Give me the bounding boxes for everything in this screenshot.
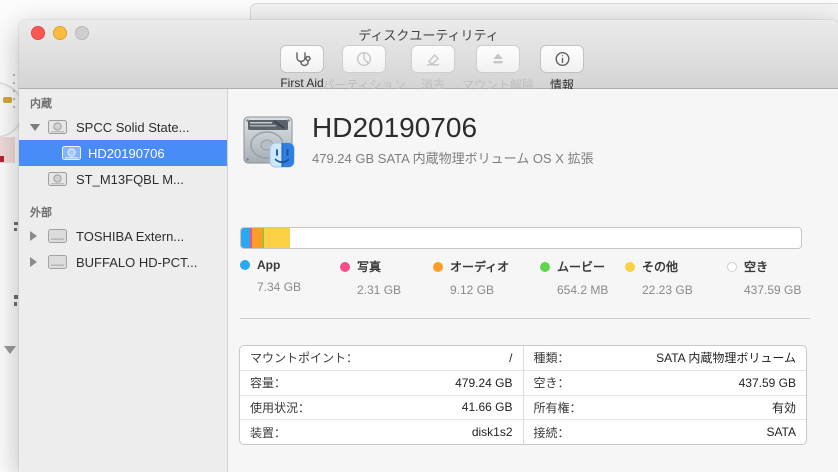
- volume-subtitle: 479.24 GB SATA 内蔵物理ボリューム OS X 拡張: [312, 150, 594, 166]
- external-drive-icon: [48, 255, 67, 272]
- volume-title: HD20190706: [312, 112, 478, 144]
- sidebar-item-label: SPCC Solid State...: [76, 119, 190, 135]
- legend-dot: [433, 261, 443, 272]
- legend-item-audio: オーディオ 9.12 GB: [433, 258, 509, 297]
- toolbar-partition: パーティション: [318, 45, 410, 93]
- sidebar-item-label: TOSHIBA Extern...: [76, 228, 185, 244]
- volume-icon: [62, 146, 81, 163]
- titlebar[interactable]: ディスクユーティリティ First Aid パーティション 消去 マウント解除 …: [19, 20, 838, 92]
- sidebar-section-internal: 内蔵: [30, 98, 52, 110]
- sidebar-item-label: ST_M13FQBL M...: [76, 171, 184, 187]
- eject-icon: [489, 51, 507, 67]
- legend-item-free: 空き 437.59 GB: [727, 258, 801, 297]
- info-row-available: 空き： 437.59 GB: [523, 369, 806, 395]
- legend-item-other: その他 22.23 GB: [625, 258, 693, 297]
- info-icon: [554, 51, 571, 67]
- main-content: HD20190706 479.24 GB SATA 内蔵物理ボリューム OS X…: [228, 89, 838, 472]
- info-table: マウントポイント： / 容量： 479.24 GB 使用状況： 41.66 GB: [239, 345, 807, 445]
- legend-dot: [727, 261, 737, 272]
- internal-drive-icon: [48, 172, 67, 189]
- background-artifact-red: [0, 156, 4, 162]
- info-row-device: 装置： disk1s2: [240, 419, 523, 444]
- toolbar-info: 情報: [532, 45, 592, 93]
- background-artifact-mark: [14, 222, 18, 225]
- sidebar-item-label: BUFFALO HD-PCT...: [76, 254, 198, 270]
- sidebar-section-external: 外部: [30, 207, 52, 219]
- legend-dot: [625, 261, 635, 272]
- disclosure-closed-icon[interactable]: [30, 231, 37, 241]
- info-row-type: 種類： SATA 内蔵物理ボリューム: [533, 351, 797, 366]
- background-artifact-mark: [14, 295, 18, 299]
- partition-icon: [355, 51, 373, 67]
- sidebar-item-spcc[interactable]: SPCC Solid State...: [19, 114, 227, 140]
- legend-item-movies: ムービー 654.2 MB: [540, 258, 608, 297]
- background-disclosure-icon: [4, 346, 16, 354]
- internal-drive-icon: [48, 120, 67, 137]
- sidebar-item-hd20190706[interactable]: HD20190706: [19, 140, 227, 166]
- toolbar-unmount: マウント解除: [456, 45, 540, 93]
- disclosure-open-icon[interactable]: [30, 123, 40, 131]
- stethoscope-icon: [292, 51, 312, 67]
- screen: ディスクユーティリティ First Aid パーティション 消去 マウント解除 …: [0, 0, 838, 472]
- disclosure-closed-icon[interactable]: [30, 257, 37, 267]
- finder-badge-icon: [269, 142, 295, 168]
- background-artifact-mark: [14, 302, 17, 306]
- hard-drive-icon: [240, 112, 296, 168]
- erase-button[interactable]: [411, 45, 455, 73]
- info-button[interactable]: [540, 45, 584, 73]
- sidebar-item-st-m13fqbl[interactable]: ST_M13FQBL M...: [19, 166, 227, 192]
- external-drive-icon: [48, 229, 67, 246]
- sidebar-item-buffalo[interactable]: BUFFALO HD-PCT...: [19, 249, 227, 275]
- legend-item-app: App 7.34 GB: [240, 258, 301, 294]
- partition-button[interactable]: [342, 45, 386, 73]
- info-row-capacity: 容量： 479.24 GB: [240, 369, 523, 395]
- legend-item-photos: 写真 2.31 GB: [340, 258, 401, 297]
- legend-dot: [340, 261, 350, 272]
- disk-utility-window: ディスクユーティリティ First Aid パーティション 消去 マウント解除 …: [19, 20, 838, 472]
- sidebar: 内蔵 SPCC Solid State... HD20190706 ST_M13…: [19, 89, 228, 472]
- sidebar-item-toshiba[interactable]: TOSHIBA Extern...: [19, 223, 227, 249]
- window-title: ディスクユーティリティ: [358, 28, 499, 43]
- toolbar-erase: 消去: [403, 45, 463, 93]
- sidebar-item-label: HD20190706: [88, 145, 165, 161]
- usage-legend: App 7.34 GB 写真 2.31 GB オーディオ 9.12 GB ムービ…: [240, 258, 815, 300]
- section-divider: [240, 318, 810, 319]
- legend-dot: [240, 260, 250, 270]
- info-row-mount-point: マウントポイント： /: [250, 350, 513, 366]
- usage-bar: [240, 227, 802, 249]
- unmount-eject-icon-button[interactable]: [476, 45, 520, 73]
- eraser-icon: [423, 51, 443, 67]
- background-artifact-mark: [14, 228, 17, 231]
- background-artifact-dots: [13, 74, 15, 108]
- legend-dot: [540, 261, 550, 272]
- info-row-ownership: 所有権： 有効: [523, 394, 806, 420]
- info-row-used: 使用状況： 41.66 GB: [240, 394, 523, 420]
- info-row-connection: 接続： SATA: [523, 419, 806, 444]
- background-artifact-dash: [3, 97, 12, 103]
